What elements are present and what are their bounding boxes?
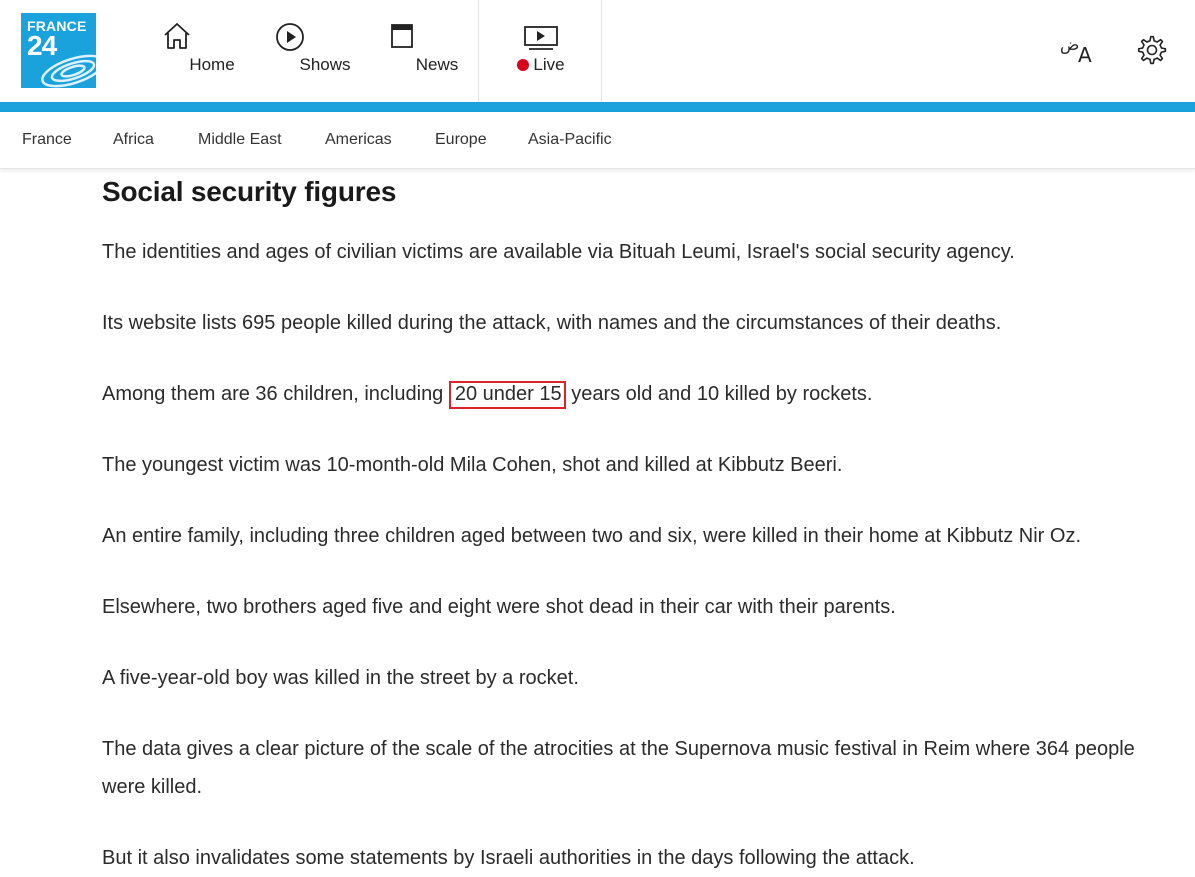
nav-live[interactable]: Live xyxy=(478,0,602,102)
region-americas[interactable]: Americas xyxy=(325,131,392,149)
nav-shows-label: Shows xyxy=(299,55,351,74)
paragraph-7: A five-year-old boy was killed in the st… xyxy=(102,667,579,689)
logo-text-24: 24 xyxy=(27,30,57,61)
settings-button[interactable] xyxy=(1136,34,1168,66)
paragraph-9: But it also invalidates some statements … xyxy=(102,847,915,869)
gear-icon xyxy=(1136,35,1168,70)
paragraph-3: Among them are 36 children, including 20… xyxy=(102,375,1162,413)
tv-icon xyxy=(523,25,559,56)
paragraph-4: The youngest victim was 10-month-old Mil… xyxy=(102,454,843,476)
paragraph-6: Elsewhere, two brothers aged five and ei… xyxy=(102,596,896,618)
paragraph-3-after: years old and 10 killed by rockets. xyxy=(565,383,873,405)
region-africa[interactable]: Africa xyxy=(113,131,154,149)
region-middle-east[interactable]: Middle East xyxy=(198,131,282,149)
paragraph-3-before: Among them are 36 children, including xyxy=(102,383,449,405)
language-icon: ض A xyxy=(1058,35,1098,72)
nav-news-label: News xyxy=(415,55,459,74)
site-header: FRANCE 24 Home Shows News Live ض A xyxy=(0,0,1195,102)
header-accent-bar xyxy=(0,102,1195,112)
nav-home[interactable]: Home xyxy=(142,0,235,102)
paragraph-8: The data gives a clear picture of the sc… xyxy=(102,738,1135,798)
france24-logo[interactable]: FRANCE 24 xyxy=(21,13,96,88)
region-nav: France Africa Middle East Americas Europ… xyxy=(0,112,1195,169)
nav-shows[interactable]: Shows xyxy=(255,0,351,102)
svg-text:ض: ض xyxy=(1060,35,1079,55)
live-dot-icon xyxy=(517,59,530,71)
news-icon xyxy=(389,22,415,55)
section-heading: Social security figures xyxy=(102,176,397,207)
highlighted-phrase: 20 under 15 xyxy=(448,381,566,409)
region-asia-pacific[interactable]: Asia-Pacific xyxy=(528,131,612,149)
region-europe[interactable]: Europe xyxy=(435,131,487,149)
nav-live-label: Live xyxy=(479,55,603,75)
paragraph-5: An entire family, including three childr… xyxy=(102,525,1082,547)
paragraph-1: The identities and ages of civilian vict… xyxy=(102,241,1015,263)
region-france[interactable]: France xyxy=(22,131,72,149)
language-button[interactable]: ض A xyxy=(1058,34,1098,68)
play-icon xyxy=(275,22,305,57)
paragraph-2: Its website lists 695 people killed duri… xyxy=(102,312,1002,334)
home-icon xyxy=(162,22,192,55)
svg-text:A: A xyxy=(1078,43,1092,67)
nav-news[interactable]: News xyxy=(367,0,458,102)
nav-home-label: Home xyxy=(189,55,235,74)
nav-live-text: Live xyxy=(533,55,565,74)
